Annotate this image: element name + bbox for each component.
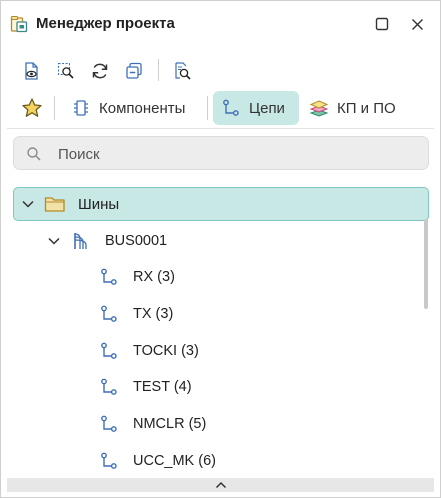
document-search-icon bbox=[175, 62, 191, 80]
scroll-up-bar[interactable] bbox=[7, 478, 434, 492]
tree-net-label: TX (3) bbox=[133, 306, 174, 322]
star-icon bbox=[22, 98, 42, 117]
tab-components[interactable]: Компоненты bbox=[69, 91, 199, 125]
bus-icon bbox=[70, 230, 92, 252]
close-icon bbox=[411, 18, 423, 30]
net-icon bbox=[98, 303, 120, 325]
tree-bus-row[interactable]: BUS0001 bbox=[13, 224, 429, 258]
tree-bus-label: BUS0001 bbox=[105, 233, 168, 249]
net-icon bbox=[98, 413, 120, 435]
net-tree: Шины BUS0001 RX (3) TX (3) TOCKI (3) TES… bbox=[1, 181, 440, 477]
tab-label: Цепи bbox=[249, 99, 285, 117]
tab-label: Компоненты bbox=[99, 99, 186, 117]
tree-group-label: Шины bbox=[78, 195, 120, 213]
find-in-document-button[interactable] bbox=[168, 57, 196, 85]
layers-icon bbox=[309, 98, 329, 118]
folder-icon bbox=[44, 193, 66, 215]
vertical-scrollbar[interactable] bbox=[424, 219, 428, 309]
search-input[interactable] bbox=[58, 143, 418, 165]
collapse-all-button[interactable] bbox=[120, 57, 148, 85]
net-icon bbox=[98, 340, 120, 362]
tabs-separator bbox=[207, 96, 208, 120]
tree-net-label: UCC_MK (6) bbox=[133, 453, 216, 469]
net-icon bbox=[98, 376, 120, 398]
tree-net-label: NMCLR (5) bbox=[133, 416, 207, 432]
tree-net-row[interactable]: NMCLR (5) bbox=[13, 407, 429, 441]
window-title: Менеджер проекта bbox=[36, 15, 175, 32]
tree-net-row[interactable]: UCC_MK (6) bbox=[13, 444, 429, 477]
refresh-icon bbox=[92, 63, 108, 79]
tree-net-label: TOCKI (3) bbox=[133, 343, 199, 359]
project-manager-panel: Менеджер проекта Компоненты Цепи КП и ПО… bbox=[0, 0, 441, 498]
tab-pads-vias[interactable]: КП и ПО bbox=[307, 91, 411, 125]
component-icon bbox=[71, 98, 91, 118]
chevron-down-icon[interactable] bbox=[46, 233, 62, 249]
search-box bbox=[13, 136, 429, 170]
close-button[interactable] bbox=[406, 13, 428, 35]
maximize-icon bbox=[375, 17, 389, 31]
net-icon bbox=[98, 266, 120, 288]
toolbar bbox=[1, 55, 440, 87]
tab-label: КП и ПО bbox=[337, 99, 396, 117]
title-bar: Менеджер проекта bbox=[1, 1, 440, 47]
maximize-button[interactable] bbox=[371, 13, 393, 35]
tabs-separator bbox=[54, 96, 55, 120]
net-icon bbox=[98, 450, 120, 472]
tree-net-label: TEST (4) bbox=[133, 379, 192, 395]
net-icon bbox=[221, 98, 241, 118]
tree-net-row[interactable]: TOCKI (3) bbox=[13, 334, 429, 368]
zoom-select-icon bbox=[57, 62, 74, 79]
tree-net-label: RX (3) bbox=[133, 269, 175, 285]
tree-net-row[interactable]: TX (3) bbox=[13, 297, 429, 331]
refresh-button[interactable] bbox=[86, 57, 114, 85]
document-eye-icon bbox=[25, 62, 38, 80]
tree-net-row[interactable]: RX (3) bbox=[13, 260, 429, 294]
tabs-divider bbox=[7, 128, 434, 129]
search-icon bbox=[26, 146, 42, 162]
tabs-row: Компоненты Цепи КП и ПО bbox=[1, 90, 440, 126]
zoom-select-button[interactable] bbox=[52, 57, 80, 85]
collapse-all-icon bbox=[126, 62, 142, 79]
toolbar-separator bbox=[158, 59, 159, 81]
chevron-down-icon[interactable] bbox=[20, 196, 36, 212]
project-manager-icon bbox=[10, 15, 28, 33]
chevron-up-icon[interactable] bbox=[214, 479, 228, 491]
tree-net-row[interactable]: TEST (4) bbox=[13, 370, 429, 404]
tab-nets[interactable]: Цепи bbox=[213, 91, 299, 125]
tree-group-row[interactable]: Шины bbox=[13, 187, 429, 221]
favorites-button[interactable] bbox=[18, 94, 46, 122]
preview-button[interactable] bbox=[18, 57, 46, 85]
